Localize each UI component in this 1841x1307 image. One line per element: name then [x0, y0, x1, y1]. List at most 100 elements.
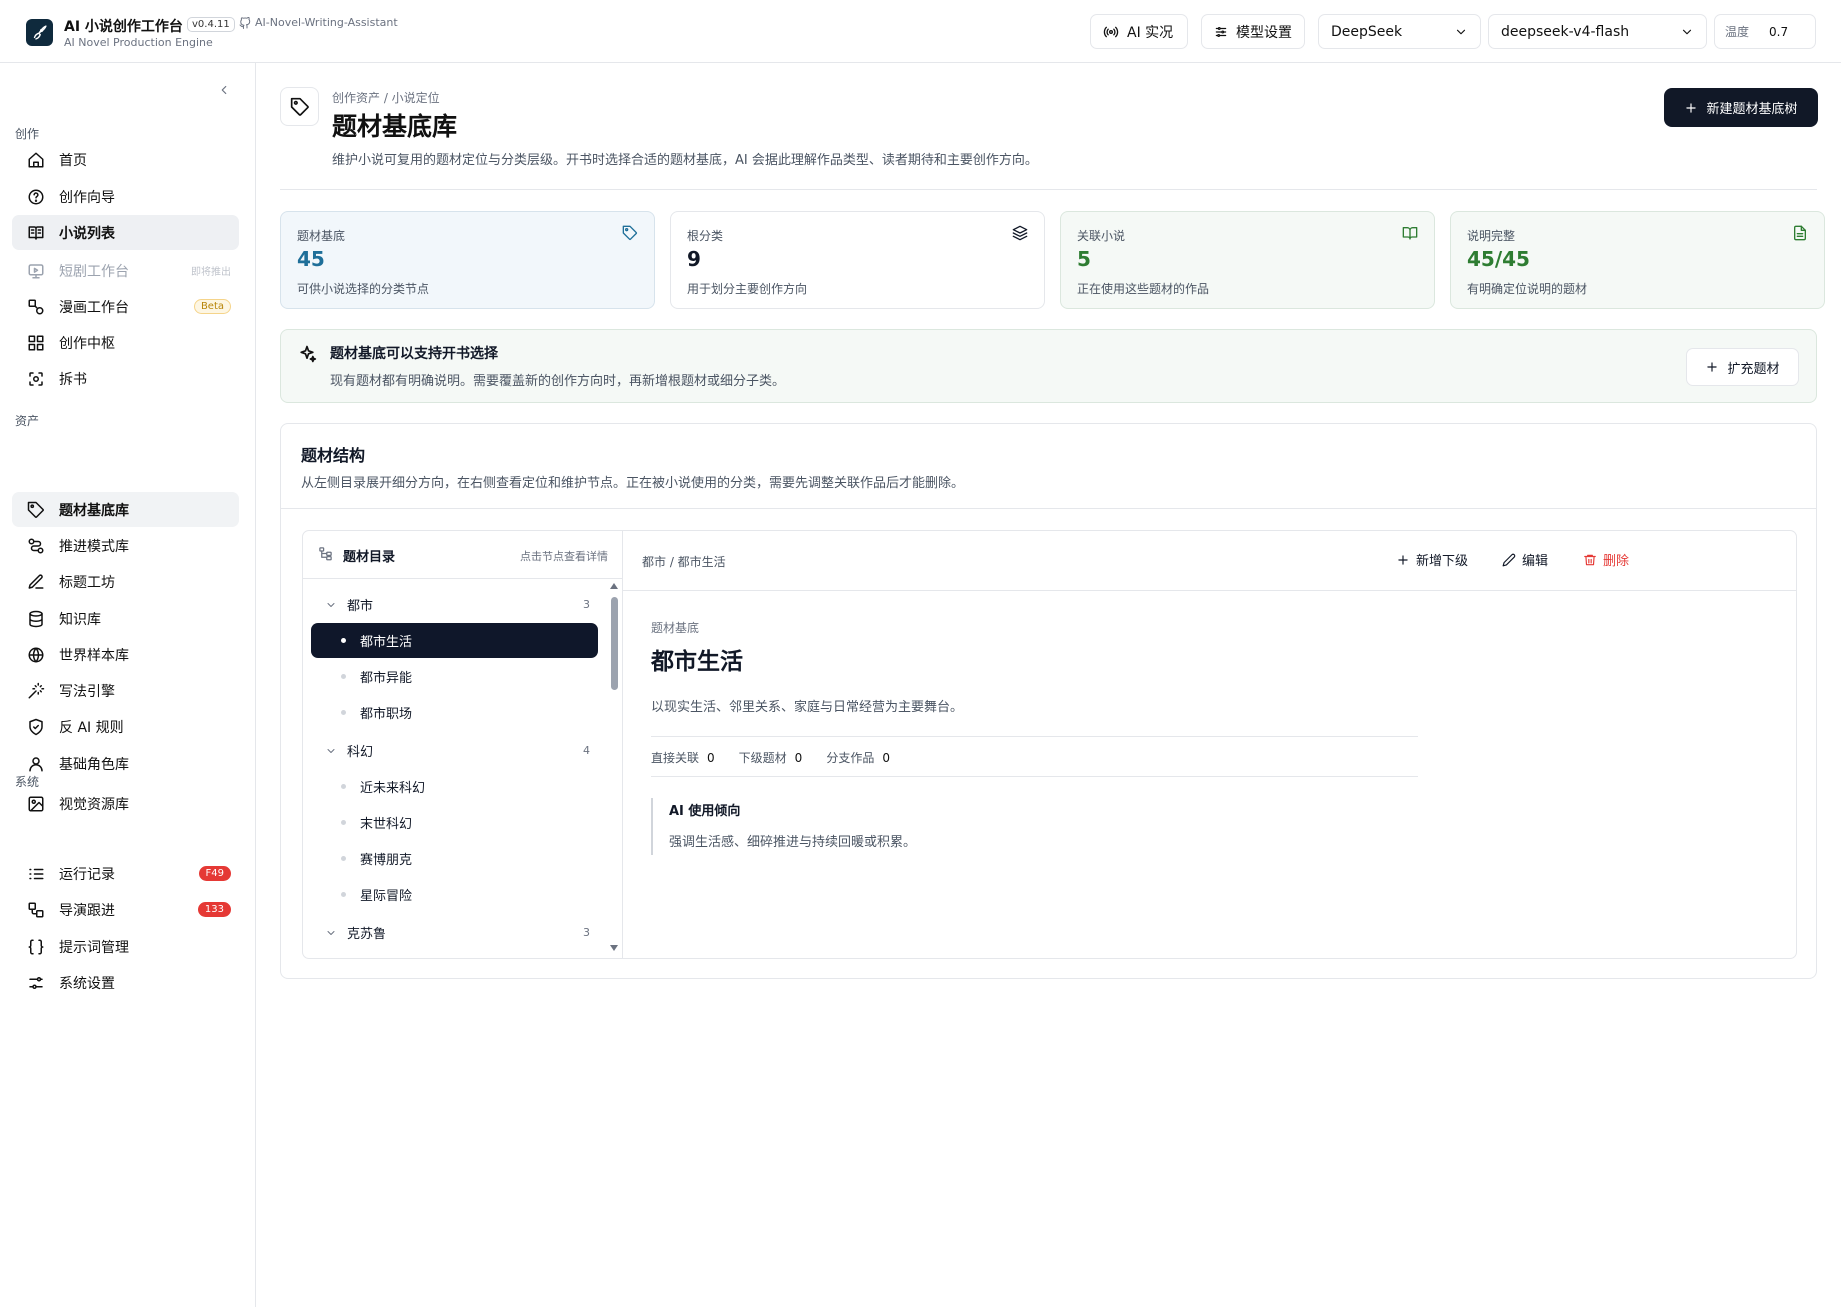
- tree-item[interactable]: 都市职场: [311, 695, 598, 730]
- tree-item-label: 都市生活: [360, 635, 413, 650]
- scroll-up-arrow[interactable]: [610, 583, 618, 589]
- model-settings-label: 模型设置: [1236, 24, 1292, 41]
- tree-item[interactable]: 赛博朋克: [311, 841, 598, 876]
- tree-item[interactable]: 末世科幻: [311, 805, 598, 840]
- model-settings-button[interactable]: 模型设置: [1201, 14, 1305, 49]
- sub-stat: 下级题材 0: [738, 751, 803, 765]
- ai-live-button[interactable]: AI 实况: [1090, 14, 1188, 49]
- tree-item-label: 末世科幻: [360, 817, 413, 832]
- sidebar-item-3[interactable]: 知识库: [12, 601, 239, 636]
- tag-icon: [27, 501, 44, 518]
- sidebar-item-7[interactable]: 基础角色库: [12, 746, 239, 781]
- sidebar-item-6[interactable]: 反 AI 规则: [12, 709, 239, 744]
- sidebar-item-label: 知识库: [59, 611, 101, 628]
- chevron-down-icon[interactable]: [325, 599, 337, 611]
- sidebar-item-3[interactable]: 短剧工作台 即将推出: [12, 253, 239, 288]
- breadcrumb: 创作资产 / 小说定位: [332, 91, 440, 105]
- sidebar-item-5[interactable]: 写法引擎: [12, 673, 239, 708]
- detail-divider: [651, 776, 1418, 777]
- sidebar-item-label: 首页: [59, 152, 87, 169]
- sidebar-collapse-button[interactable]: [217, 83, 231, 97]
- stat-card: 根分类 9 用于划分主要创作方向: [670, 211, 1045, 309]
- ai-live-label: AI 实况: [1127, 24, 1174, 41]
- sidebar-item-label: 反 AI 规则: [59, 719, 124, 736]
- scroll-down-arrow[interactable]: [610, 945, 618, 951]
- tree-category[interactable]: 都市 3: [311, 587, 598, 622]
- rocket-icon: [33, 25, 47, 40]
- monitor-icon: [28, 263, 44, 278]
- tree-scrollbar[interactable]: [609, 583, 619, 951]
- sidebar-item-3[interactable]: 系统设置: [12, 965, 239, 1000]
- sidebar-item-label: 拆书: [59, 371, 87, 388]
- repo-link[interactable]: AI-Novel-Writing-Assistant: [239, 16, 398, 29]
- sidebar-item-0[interactable]: 题材基底库: [12, 492, 239, 527]
- detail-title: 都市生活: [651, 649, 743, 675]
- temperature-field[interactable]: 温度 0.7: [1714, 14, 1816, 49]
- sidebar-item-label: 漫画工作台: [59, 299, 129, 316]
- version-badge: v0.4.11: [187, 17, 235, 32]
- expand-genre-button[interactable]: 扩充题材: [1686, 348, 1799, 386]
- sidebar-item-2[interactable]: 小说列表: [12, 215, 239, 250]
- delete-button[interactable]: 删除: [1583, 550, 1629, 569]
- new-genre-tree-button[interactable]: 新建题材基底树: [1664, 88, 1818, 127]
- sliders-icon: [1215, 26, 1227, 37]
- tree-item[interactable]: 都市异能: [311, 659, 598, 694]
- page-icon: [280, 87, 319, 126]
- plus-icon: [1398, 554, 1408, 565]
- sidebar-item-4[interactable]: 世界样本库: [12, 637, 239, 672]
- app-logo[interactable]: [26, 19, 53, 46]
- section-label-system: 系统: [15, 775, 40, 789]
- sidebar-item-4[interactable]: 漫画工作台 Beta: [12, 289, 239, 324]
- detail-divider: [651, 736, 1418, 737]
- top-header: AI 小说创作工作台 v0.4.11 AI-Novel-Writing-Assi…: [0, 0, 1841, 63]
- sidebar-item-label: 小说列表: [59, 225, 115, 242]
- sidebar-item-8[interactable]: 视觉资源库: [12, 786, 239, 821]
- sidebar-item-5[interactable]: 创作中枢: [12, 325, 239, 360]
- notice-banner: 题材基底可以支持开书选择 现有题材都有明确说明。需要覆盖新的创作方向时，再新增根…: [280, 329, 1817, 403]
- sidebar-item-label: 系统设置: [59, 975, 115, 992]
- sidebar-item-1[interactable]: 导演跟进 133: [12, 892, 239, 927]
- sidebar-item-2[interactable]: 标题工坊: [12, 564, 239, 599]
- stat-note: 有明确定位说明的题材: [1467, 282, 1588, 296]
- tree-item[interactable]: 星际冒险: [311, 877, 598, 912]
- sidebar-item-label: 短剧工作台: [59, 263, 129, 280]
- plus-icon: [1686, 102, 1697, 113]
- detail-description: 以现实生活、邻里关系、家庭与日常经营为主要舞台。: [651, 700, 964, 715]
- sidebar-item-6[interactable]: 拆书: [12, 361, 239, 396]
- repo-label: AI-Novel-Writing-Assistant: [255, 16, 398, 29]
- temperature-label: 温度: [1725, 25, 1750, 39]
- sidebar-item-0[interactable]: 首页: [12, 142, 239, 177]
- layers-icon: [1012, 225, 1028, 241]
- provider-select[interactable]: DeepSeek: [1318, 14, 1481, 49]
- model-select[interactable]: deepseek-v4-flash: [1488, 14, 1707, 49]
- tree-item[interactable]: 都市生活: [311, 623, 598, 658]
- workflow-icon: [28, 902, 44, 917]
- chevron-down-icon[interactable]: [325, 745, 337, 757]
- tree-title: 题材目录: [343, 550, 396, 565]
- wand-icon: [28, 682, 45, 698]
- pencil-icon: [1502, 553, 1516, 566]
- stat-note: 可供小说选择的分类节点: [297, 282, 430, 296]
- scroll-thumb[interactable]: [611, 597, 618, 690]
- temperature-value: 0.7: [1769, 24, 1789, 39]
- tree-hint: 点击节点查看详情: [520, 550, 608, 563]
- structure-panel: 题材目录 点击节点查看详情 都市 3 都市生活 都市异能 都市职场 科幻 4 近未来科幻 末世科…: [302, 530, 1797, 959]
- sidebar-item-1[interactable]: 创作向导: [12, 179, 239, 214]
- card-divider: [281, 508, 1816, 509]
- tree-category-count: 3: [583, 926, 590, 939]
- tree-category[interactable]: 科幻 4: [311, 733, 598, 768]
- sidebar-item-2[interactable]: 提示词管理: [12, 929, 239, 964]
- globe-icon: [28, 647, 44, 662]
- sidebar-item-0[interactable]: 运行记录 F49: [12, 856, 239, 891]
- tree-item[interactable]: 近未来科幻: [311, 769, 598, 804]
- add-child-button[interactable]: 新增下级: [1396, 550, 1468, 569]
- chevron-down-icon[interactable]: [325, 927, 337, 939]
- file-text-icon: [1794, 225, 1806, 241]
- edit-button[interactable]: 编辑: [1502, 550, 1548, 569]
- scan-icon: [29, 371, 43, 386]
- page-title: 题材基底库: [332, 112, 458, 141]
- sidebar-item-1[interactable]: 推进模式库: [12, 528, 239, 563]
- tree-header: 题材目录 点击节点查看详情: [303, 531, 623, 579]
- header-divider: [280, 189, 1817, 190]
- tree-category[interactable]: 克苏鲁 3: [311, 915, 598, 950]
